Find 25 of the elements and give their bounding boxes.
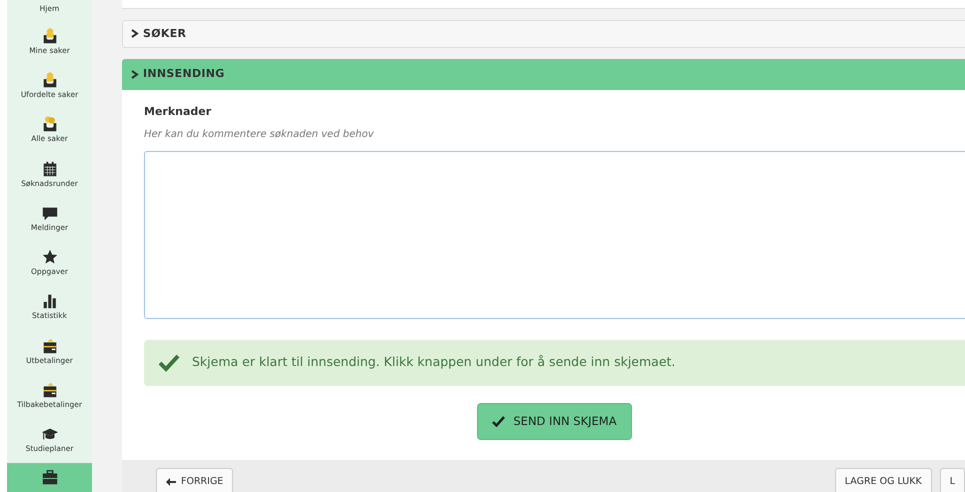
person-tray-icon — [40, 70, 58, 89]
alert-message: Skjema er klart til innsending. Klikk knappen under for å sende inn skjemaet. — [192, 353, 676, 372]
sidebar-item[interactable] — [7, 462, 92, 492]
section-title: SØKER — [143, 26, 186, 42]
field-label: Merknader — [144, 104, 212, 120]
check-icon — [158, 354, 180, 372]
arrow-left-icon — [166, 478, 176, 486]
section-header[interactable]: INNSENDING — [122, 59, 965, 90]
check-icon — [492, 416, 506, 427]
section-title: INNSENDING — [143, 66, 225, 82]
footer-button[interactable]: L — [940, 468, 965, 492]
section-header[interactable]: SØKER — [122, 20, 965, 48]
money-box-icon — [40, 381, 58, 400]
bar-chart-icon — [40, 292, 58, 310]
submit-button[interactable]: SEND INN SKJEMA — [477, 402, 632, 440]
people-tray-icon — [40, 115, 58, 134]
briefcase-icon — [40, 468, 58, 487]
back-button[interactable]: FORRIGE — [156, 468, 234, 492]
field-hint: Her kan du kommentere søknaden ved behov — [144, 128, 375, 142]
calendar-icon — [40, 160, 58, 178]
star-icon — [40, 248, 58, 266]
person-tray-icon — [40, 26, 58, 45]
comment-field[interactable] — [144, 150, 965, 318]
footer-button[interactable]: LAGRE OG LUKK — [834, 468, 932, 492]
money-box-icon — [40, 336, 58, 355]
